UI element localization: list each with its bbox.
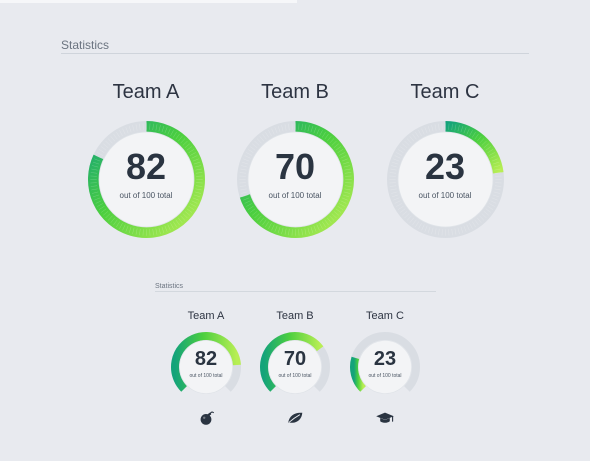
leaf-icon bbox=[288, 412, 303, 423]
large-team-name: Team C bbox=[410, 81, 480, 103]
large-team-name: Team B bbox=[261, 81, 329, 103]
small-score-value: 23 bbox=[373, 348, 397, 370]
top-strip bbox=[0, 0, 297, 3]
large-score-caption: out of 100 total bbox=[268, 191, 322, 200]
large-progress-gauge: 70 out of 100 total bbox=[235, 119, 356, 240]
large-section-divider bbox=[61, 53, 529, 54]
large-team-card: Team A 82 out of 100 total bbox=[76, 79, 216, 240]
small-progress-gauge: 23 out of 100 total bbox=[348, 330, 422, 423]
large-score-value: 82 bbox=[125, 146, 167, 187]
large-section-title: Statistics bbox=[61, 38, 110, 52]
small-score-caption: out of 100 total bbox=[368, 373, 402, 379]
large-score-value: 23 bbox=[424, 146, 466, 187]
bomb-icon bbox=[200, 411, 214, 425]
large-score-caption: out of 100 total bbox=[119, 191, 173, 200]
small-section-title: Statistics bbox=[155, 283, 184, 290]
large-score-caption: out of 100 total bbox=[418, 191, 472, 200]
large-progress-gauge: 23 out of 100 total bbox=[385, 119, 506, 240]
large-progress-gauge: 82 out of 100 total bbox=[86, 119, 207, 240]
graduation-cap-icon bbox=[376, 412, 394, 423]
small-team-card: Team C 23 out of 100 total bbox=[315, 309, 455, 423]
statistics-canvas: Statistics Team A 82 out of 100 total Te… bbox=[0, 0, 590, 461]
large-team-name: Team A bbox=[112, 81, 180, 103]
large-score-value: 70 bbox=[274, 146, 316, 187]
large-team-card: Team C 23 out of 100 total bbox=[375, 79, 515, 240]
small-team-name: Team C bbox=[366, 310, 404, 322]
large-team-card: Team B 70 out of 100 total bbox=[225, 79, 365, 240]
small-section-divider bbox=[155, 291, 436, 292]
